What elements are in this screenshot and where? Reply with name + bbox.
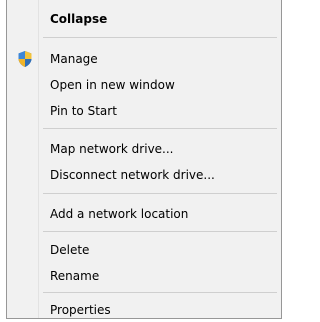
menu-item-label: Delete [50,243,90,257]
menu-item-properties[interactable]: Properties [7,298,281,322]
menu-item-add-network-location[interactable]: Add a network location [7,202,281,226]
menu-item-label: Map network drive... [50,142,174,156]
menu-item-open-in-new-window[interactable]: Open in new window [7,73,281,97]
menu-item-rename[interactable]: Rename [7,264,281,288]
menu-separator [43,193,277,194]
context-menu: Collapse Manage Open in new window Pin t… [6,0,282,319]
menu-item-pin-to-start[interactable]: Pin to Start [7,99,281,123]
menu-item-collapse[interactable]: Collapse [7,7,281,31]
menu-separator [43,231,277,232]
menu-item-label: Open in new window [50,78,175,92]
menu-item-delete[interactable]: Delete [7,238,281,262]
menu-item-label: Pin to Start [50,104,117,118]
menu-item-label: Manage [50,52,98,66]
menu-item-map-network-drive[interactable]: Map network drive... [7,137,281,161]
menu-item-label: Rename [50,269,100,283]
menu-item-label: Disconnect network drive... [50,168,215,182]
menu-separator [43,128,277,129]
uac-shield-icon [16,50,34,68]
menu-separator [43,292,277,293]
menu-item-label: Collapse [50,12,108,26]
menu-item-manage[interactable]: Manage [7,47,281,71]
menu-item-label: Add a network location [50,207,189,221]
menu-separator [43,37,277,38]
menu-item-disconnect-network-drive[interactable]: Disconnect network drive... [7,163,281,187]
menu-item-label: Properties [50,303,111,317]
